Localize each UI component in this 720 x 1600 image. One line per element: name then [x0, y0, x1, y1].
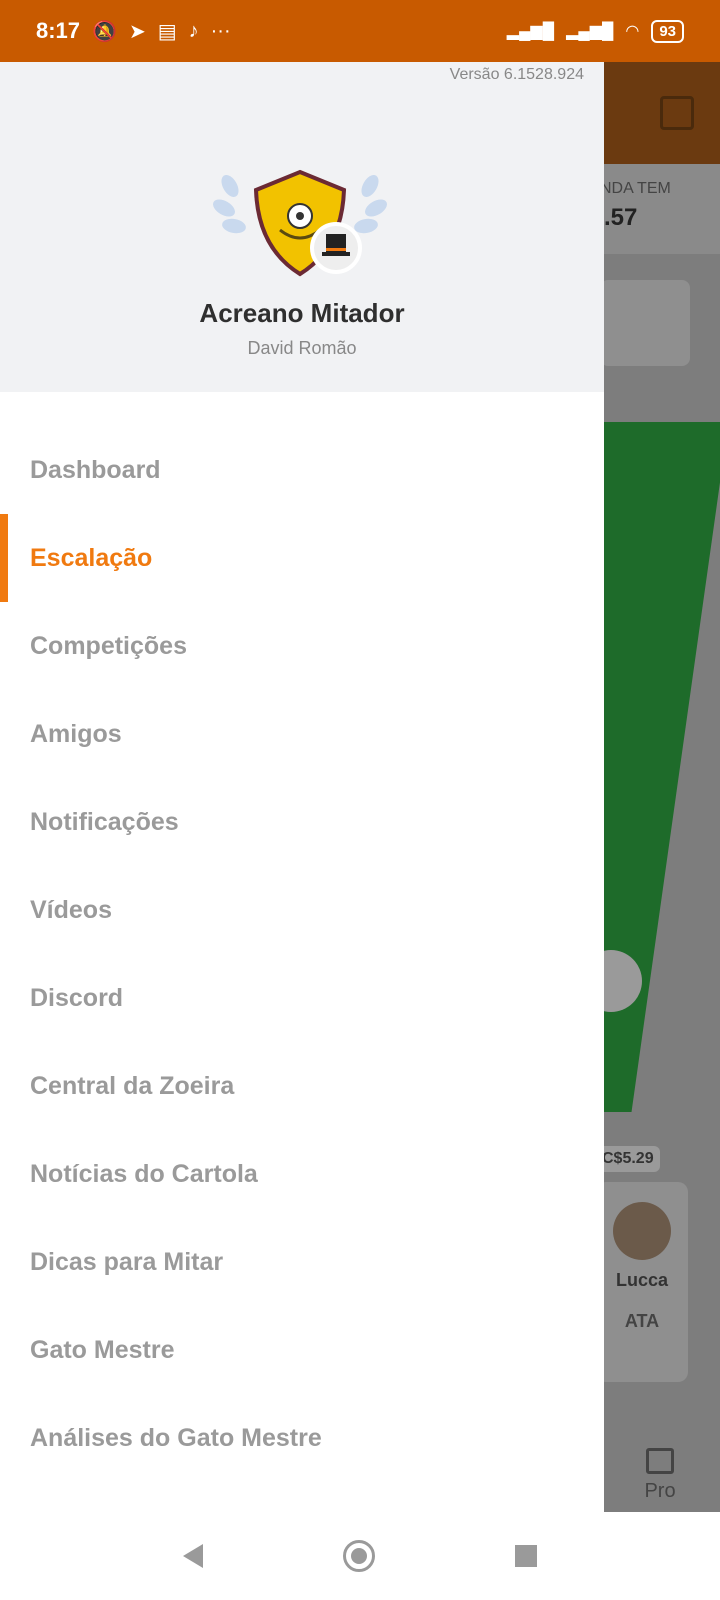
- owner-name: David Romão: [247, 338, 357, 358]
- system-icons: ▂▄▆█ ▂▄▆█ ◠ 93: [506, 19, 684, 43]
- menu-item-videos[interactable]: Vídeos: [0, 866, 604, 954]
- player-price: C$5.29: [596, 1146, 660, 1172]
- clipboard-card: [600, 280, 690, 366]
- team-name: Acreano Mitador: [199, 298, 405, 328]
- menu-list: Dashboard Escalação Competições Amigos N…: [0, 426, 604, 1512]
- tiktok-icon: ♪: [188, 19, 199, 42]
- menu-item-central-da-zoeira[interactable]: Central da Zoeira: [0, 1042, 604, 1130]
- player-name: Lucca: [615, 1270, 669, 1290]
- menu-item-competicoes[interactable]: Competições: [0, 602, 604, 690]
- player-card: Lucca ATA: [596, 1182, 688, 1382]
- menu-item-podcast-cartolacast[interactable]: Podcast CartolaCast: [0, 1482, 604, 1513]
- menu-item-discord[interactable]: Discord: [0, 954, 604, 1042]
- home-icon[interactable]: [343, 1540, 375, 1572]
- more-notifications-icon: ···: [210, 19, 231, 42]
- drawer-menu: Dashboard Escalação Competições Amigos N…: [0, 426, 604, 1512]
- menu-item-notificacoes[interactable]: Notificações: [0, 778, 604, 866]
- battery-icon: 93: [651, 19, 684, 43]
- team-crest-icon: [213, 169, 387, 277]
- lock-icon: [646, 1448, 674, 1474]
- pro-label: Pro: [644, 1480, 676, 1502]
- wifi-icon: ◠: [625, 23, 640, 40]
- telegram-icon: ➤: [128, 20, 146, 43]
- bg-stats-value: .57: [604, 204, 638, 231]
- menu-item-dicas-para-mitar[interactable]: Dicas para Mitar: [0, 1218, 604, 1306]
- menu-item-escalacao[interactable]: Escalação: [0, 514, 604, 602]
- player-avatar: [613, 1202, 671, 1260]
- calendar-icon: [660, 96, 694, 130]
- bg-stats-label: NDA TEM: [600, 180, 671, 197]
- player-position: ATA: [624, 1311, 660, 1331]
- recent-apps-icon[interactable]: [515, 1545, 537, 1567]
- system-nav-bar: [0, 1512, 720, 1600]
- signal-icon-2: ▂▄▆█: [566, 23, 614, 40]
- app-version: Versão 6.1528.924: [449, 66, 584, 83]
- menu-item-gato-mestre[interactable]: Gato Mestre: [0, 1306, 604, 1394]
- menu-item-analises-do-gato-mestre[interactable]: Análises do Gato Mestre: [0, 1394, 604, 1482]
- news-icon: ▤: [157, 20, 177, 43]
- menu-item-dashboard[interactable]: Dashboard: [0, 426, 604, 514]
- drawer-header: Versão 6.1528.924 Acreano Mitador David …: [0, 62, 604, 392]
- menu-item-amigos[interactable]: Amigos: [0, 690, 604, 778]
- back-icon[interactable]: [183, 1544, 203, 1568]
- mute-icon: 🔕: [92, 20, 117, 43]
- menu-item-noticias-do-cartola[interactable]: Notícias do Cartola: [0, 1130, 604, 1218]
- notification-icons: 🔕 ➤ ▤ ♪ ···: [92, 19, 231, 44]
- navigation-drawer: Versão 6.1528.924 Acreano Mitador David …: [0, 62, 604, 1512]
- status-time: 8:17: [36, 18, 81, 43]
- signal-icon: ▂▄▆█: [506, 23, 555, 40]
- status-bar: 8:17 🔕 ➤ ▤ ♪ ··· ▂▄▆█ ▂▄▆█ ◠ 93: [0, 0, 720, 62]
